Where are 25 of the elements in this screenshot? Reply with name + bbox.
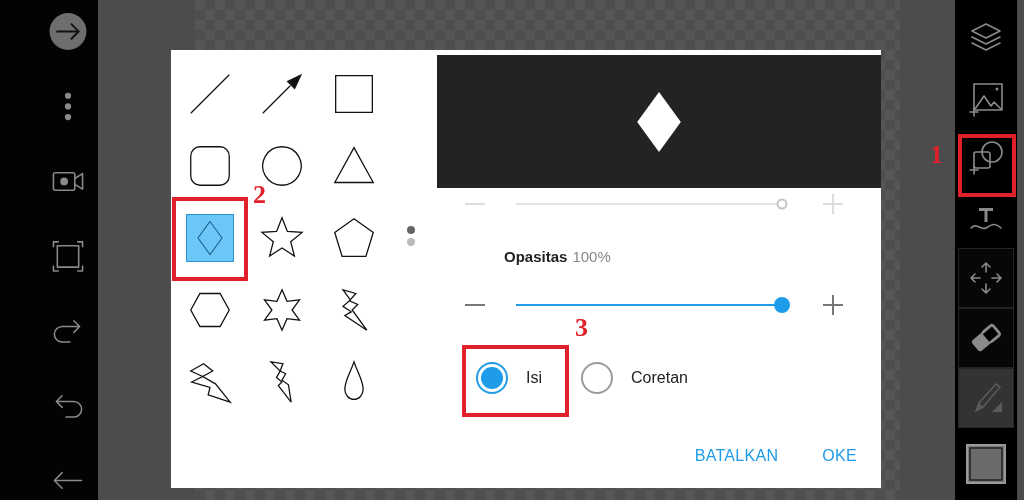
lightning-icon	[188, 360, 232, 404]
circle-icon	[260, 144, 304, 188]
opacity-label: Opasitas	[504, 248, 568, 265]
slider-thumb[interactable]	[774, 297, 790, 313]
radio-button[interactable]	[581, 362, 613, 394]
tool-button[interactable]	[958, 308, 1014, 368]
line-icon	[188, 72, 232, 116]
pentagon-icon	[332, 216, 376, 260]
opacity-value: 100%	[572, 248, 611, 265]
star-icon	[260, 216, 304, 260]
tool-button[interactable]	[958, 248, 1014, 308]
shapes-icon	[966, 138, 1006, 178]
color-swatch-icon	[966, 444, 1006, 484]
square-icon	[332, 72, 376, 116]
highlight-frame	[958, 134, 1016, 197]
radio-label[interactable]: Coretan	[631, 369, 688, 387]
plus-icon[interactable]	[823, 295, 843, 315]
step-number: 1	[930, 140, 943, 170]
arrow-right-icon[interactable]	[47, 12, 88, 51]
radio-label[interactable]: Isi	[526, 369, 542, 387]
six-point-star-icon	[260, 288, 304, 332]
step-number: 2	[253, 180, 266, 210]
radio-button[interactable]	[476, 362, 508, 394]
arrow-icon	[260, 72, 304, 116]
step-number: 3	[575, 313, 588, 343]
